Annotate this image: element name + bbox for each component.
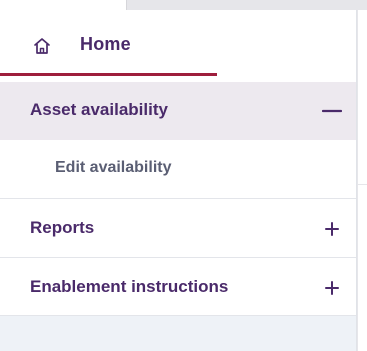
sidebar-nav: Home Asset availability Edit availabilit… xyxy=(0,10,357,351)
home-label: Home xyxy=(80,34,131,54)
minus-icon[interactable] xyxy=(321,103,343,119)
sidebar-subitem-edit-availability[interactable]: Edit availability xyxy=(0,140,356,198)
content-divider xyxy=(358,184,367,185)
sidebar-item-reports[interactable]: Reports xyxy=(0,198,356,257)
home-icon-svg xyxy=(34,38,50,54)
asset-availability-label: Asset availability xyxy=(30,100,168,119)
top-strip xyxy=(0,0,367,10)
content-panel-edge xyxy=(357,10,367,351)
plus-icon-svg xyxy=(325,222,339,236)
active-underline xyxy=(0,73,217,76)
plus-icon-svg xyxy=(325,281,339,295)
edit-availability-label: Edit availability xyxy=(55,159,172,176)
sidebar-item-enablement-instructions[interactable]: Enablement instructions xyxy=(0,257,356,316)
sidebar-item-home[interactable]: Home xyxy=(0,10,356,82)
plus-icon[interactable] xyxy=(324,280,340,296)
plus-icon[interactable] xyxy=(324,221,340,237)
tab-edge xyxy=(0,0,127,10)
reports-label: Reports xyxy=(30,218,95,237)
home-icon xyxy=(33,37,51,55)
enablement-instructions-label: Enablement instructions xyxy=(30,277,229,296)
minus-icon-svg xyxy=(321,109,343,113)
sidebar-item-asset-availability[interactable]: Asset availability xyxy=(0,82,356,140)
